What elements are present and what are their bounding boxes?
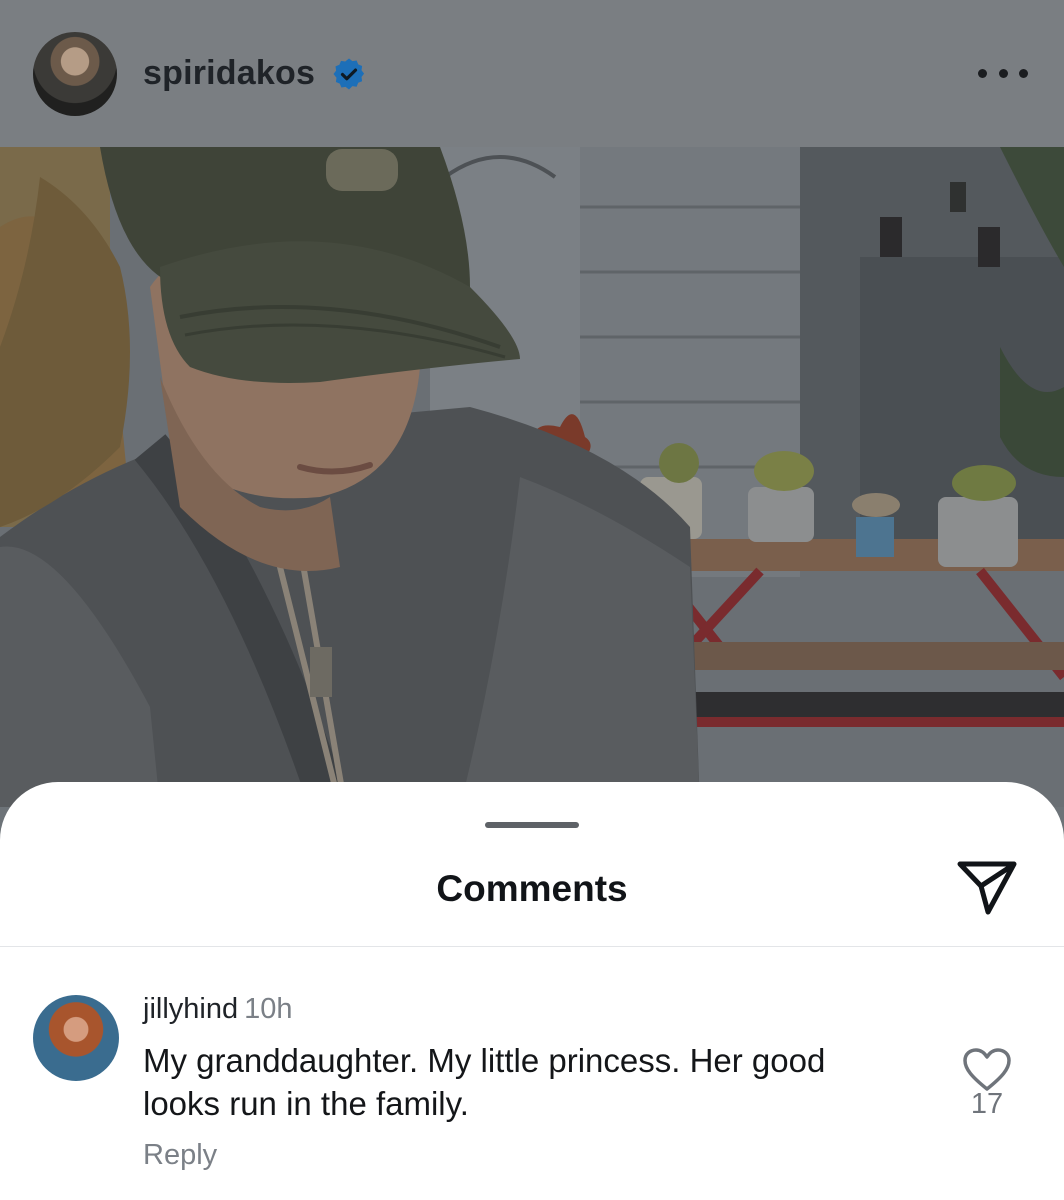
reply-button[interactable]: Reply [143,1139,217,1172]
more-dot-icon [998,68,1008,78]
more-dot-icon [1019,68,1028,78]
heart-outline-icon[interactable] [962,1047,1012,1093]
profile-avatar[interactable] [33,32,117,116]
commenter-username[interactable]: jillyhind [143,993,238,1025]
paper-plane-icon[interactable] [954,856,1020,918]
like-count: 17 [970,1088,1004,1120]
more-dot-icon [978,68,987,78]
comment-text: My granddaughter. My little princess. He… [143,1042,826,1122]
post-photo[interactable] [0,147,1064,807]
comments-sheet: Comments jillyhind 10h My granddaughter. … [0,782,1064,1200]
sheet-drag-handle[interactable] [485,822,579,828]
verified-badge-icon [333,58,365,90]
comment-time: 10h [244,993,293,1025]
post-photo-illustration [0,147,1064,807]
more-options-button[interactable] [978,56,1028,90]
comment-item: jillyhind 10h My granddaughter. My little… [0,947,1064,1200]
post-username[interactable]: spiridakos [143,54,315,93]
comments-title: Comments [436,868,628,909]
comment-meta: jillyhind 10h [143,993,293,1026]
post-header: spiridakos [0,0,1064,147]
commenter-avatar[interactable] [33,995,119,1081]
